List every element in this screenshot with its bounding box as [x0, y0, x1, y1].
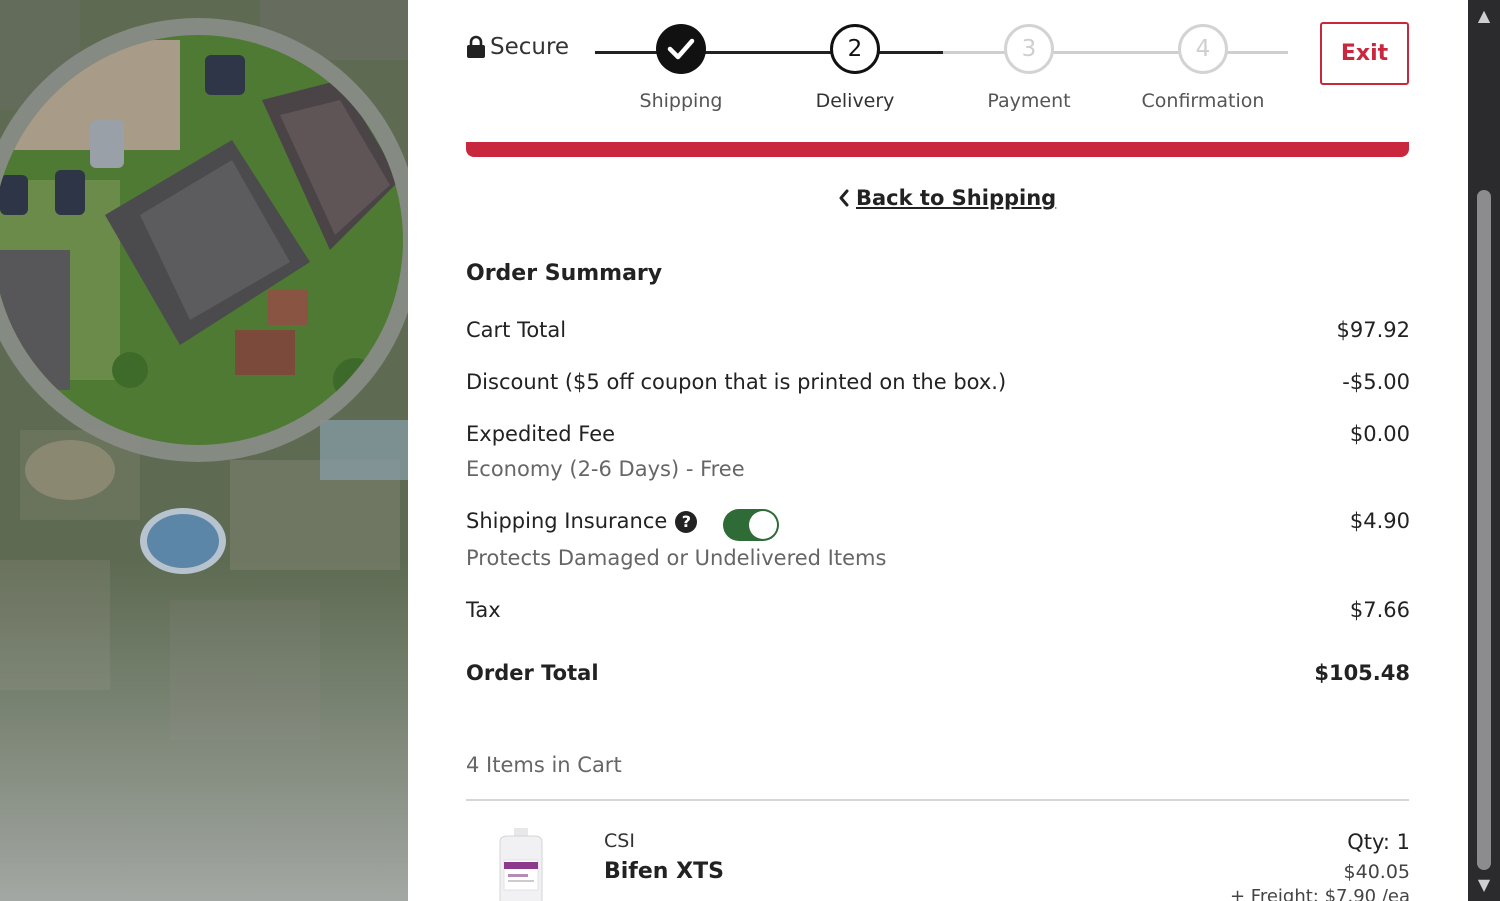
scrollbar-thumb[interactable]: [1477, 190, 1491, 870]
product-image: [494, 828, 549, 901]
exit-button[interactable]: Exit: [1320, 22, 1409, 85]
back-to-shipping-link[interactable]: Back to Shipping: [838, 186, 1056, 210]
chevron-left-icon: [839, 189, 849, 207]
stepper-line-upcoming: [943, 51, 1288, 54]
product-name[interactable]: Bifen XTS: [604, 859, 724, 884]
aerial-neighborhood-image: [0, 0, 408, 901]
help-question-icon[interactable]: ?: [675, 511, 698, 533]
shipping-insurance-row: Shipping Insurance?: [466, 509, 698, 533]
step-shipping-circle: [656, 24, 706, 74]
checkmark-icon: [667, 38, 695, 60]
product-quantity: Qty: 1: [1347, 830, 1410, 854]
tax-value: $7.66: [1349, 598, 1410, 622]
scroll-down-arrow[interactable]: ▼: [1468, 871, 1500, 899]
expedited-fee-value: $0.00: [1349, 422, 1410, 446]
step-payment-label: Payment: [987, 90, 1071, 112]
shipping-method-text: Economy (2-6 Days) - Free: [466, 457, 745, 481]
product-freight: + Freight: $7.90 /ea: [1229, 886, 1410, 901]
secure-indicator: Secure: [466, 34, 569, 60]
shipping-insurance-label: Shipping Insurance: [466, 509, 668, 533]
shipping-insurance-value: $4.90: [1349, 509, 1410, 533]
scroll-up-arrow[interactable]: ▲: [1468, 2, 1500, 30]
step-delivery-label: Delivery: [815, 90, 895, 112]
cart-divider: [466, 799, 1409, 801]
lock-icon: [467, 35, 485, 58]
page-scrollbar[interactable]: ▲ ▼: [1468, 0, 1500, 901]
order-total-label: Order Total: [466, 661, 599, 685]
items-in-cart-label: 4 Items in Cart: [466, 753, 622, 777]
back-link-label: Back to Shipping: [856, 186, 1057, 210]
step-payment-circle: 3: [1004, 24, 1054, 74]
discount-value: -$5.00: [1342, 370, 1410, 394]
toggle-knob: [749, 511, 777, 539]
order-total-value: $105.48: [1314, 661, 1410, 685]
step-confirmation-circle: 4: [1178, 24, 1228, 74]
accent-bar: [466, 142, 1409, 157]
tax-label: Tax: [466, 598, 501, 622]
product-bottle-image: [499, 828, 543, 901]
step-delivery-circle: 2: [830, 24, 880, 74]
stepper-line-complete: [595, 51, 943, 54]
cart-total-label: Cart Total: [466, 318, 567, 342]
hero-aerial-photo: [0, 0, 408, 901]
shipping-insurance-toggle[interactable]: [723, 509, 779, 541]
cart-total-value: $97.92: [1336, 318, 1410, 342]
product-brand: CSI: [604, 830, 635, 852]
order-summary-title: Order Summary: [466, 261, 663, 286]
secure-label: Secure: [490, 34, 570, 60]
step-shipping-label: Shipping: [639, 90, 723, 112]
discount-label: Discount ($5 off coupon that is printed …: [466, 370, 1007, 394]
insurance-description: Protects Damaged or Undelivered Items: [466, 546, 887, 570]
checkout-panel: Secure Shipping 2 Delivery 3 Payment 4 C…: [408, 0, 1468, 901]
product-price: $40.05: [1343, 861, 1410, 883]
step-confirmation-label: Confirmation: [1141, 90, 1265, 112]
expedited-fee-label: Expedited Fee: [466, 422, 616, 446]
